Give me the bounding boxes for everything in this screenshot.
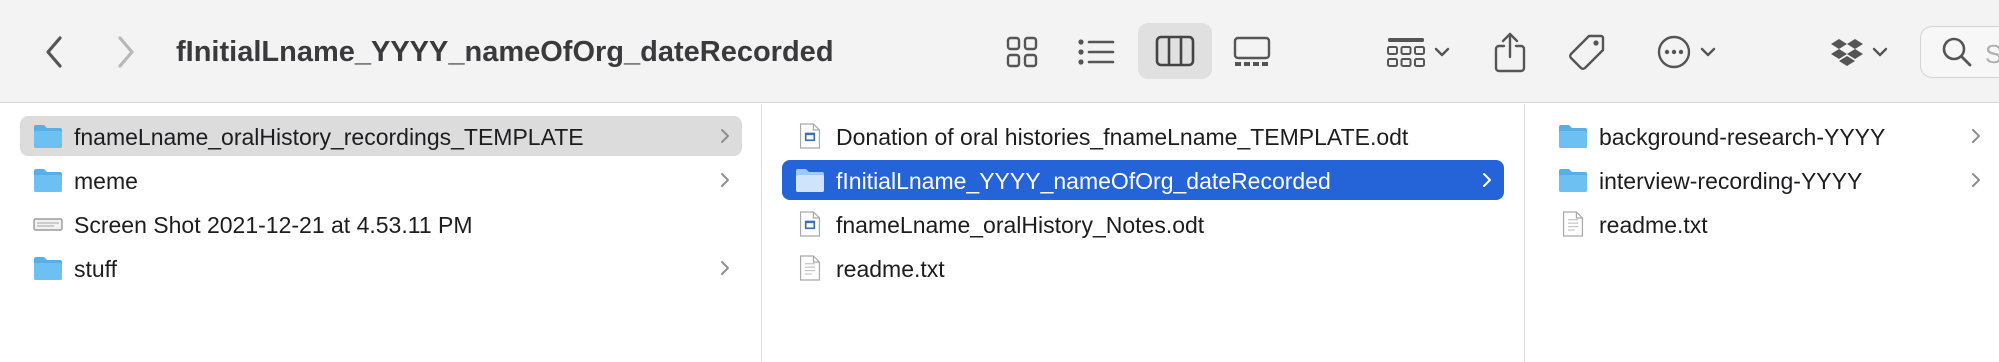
- forward-button[interactable]: [108, 28, 144, 76]
- chevron-right-icon: [1480, 169, 1494, 191]
- folder-icon: [32, 166, 64, 194]
- folder-icon: [1557, 166, 1589, 194]
- file-row[interactable]: readme.txt: [782, 248, 1504, 288]
- column-3[interactable]: background-research-YYYY interview-record…: [1525, 104, 1999, 362]
- odt-document-icon: [794, 210, 826, 238]
- folder-icon: [32, 122, 64, 150]
- finder-toolbar: fInitialLname_YYYY_nameOfOrg_dateRecorde…: [0, 0, 1999, 103]
- gallery-view-button[interactable]: [1226, 26, 1278, 78]
- folder-row[interactable]: stuff: [20, 248, 742, 288]
- chevron-right-icon: [1969, 169, 1983, 191]
- text-file-icon: [1557, 210, 1589, 238]
- item-label: stuff: [74, 256, 118, 282]
- file-row[interactable]: Screen Shot 2021-12-21 at 4.53.11 PM: [20, 204, 742, 244]
- share-icon: [1494, 32, 1526, 73]
- item-label: Donation of oral histories_fnameLname_TE…: [836, 124, 1409, 150]
- folder-row[interactable]: interview-recording-YYYY: [1545, 160, 1985, 200]
- item-label: fnameLname_oralHistory_Notes.odt: [836, 212, 1205, 238]
- gallery-view-icon: [1233, 36, 1271, 66]
- icon-view-button[interactable]: [996, 26, 1048, 78]
- search-placeholder: S: [1985, 39, 1999, 69]
- chevron-right-icon: [718, 257, 732, 279]
- item-label: Screen Shot 2021-12-21 at 4.53.11 PM: [74, 212, 473, 238]
- dropbox-button[interactable]: [1826, 26, 1892, 78]
- forward-icon: [118, 36, 134, 68]
- window-title: fInitialLname_YYYY_nameOfOrg_dateRecorde…: [176, 36, 834, 68]
- share-button[interactable]: [1486, 24, 1534, 80]
- group-icon: [1387, 38, 1425, 67]
- file-row[interactable]: fnameLname_oralHistory_Notes.odt: [782, 204, 1504, 244]
- text-file-icon: [794, 254, 826, 282]
- chevron-right-icon: [1969, 125, 1983, 147]
- item-label: readme.txt: [836, 256, 945, 282]
- odt-document-icon: [794, 122, 826, 150]
- search-icon: [1942, 37, 1972, 67]
- chevron-down-icon: [1700, 47, 1716, 57]
- file-row[interactable]: readme.txt: [1545, 204, 1985, 244]
- tag-button[interactable]: [1562, 26, 1612, 78]
- item-label: fInitialLname_YYYY_nameOfOrg_dateRecorde…: [836, 168, 1331, 194]
- folder-row[interactable]: fnameLname_oralHistory_recordings_TEMPLA…: [20, 116, 742, 156]
- item-label: fnameLname_oralHistory_recordings_TEMPLA…: [74, 124, 584, 150]
- more-icon: [1657, 35, 1691, 69]
- item-label: meme: [74, 168, 138, 194]
- screenshot-thumbnail-icon: [32, 210, 64, 238]
- folder-icon: [32, 254, 64, 282]
- search-field[interactable]: S: [1920, 26, 1999, 78]
- file-row[interactable]: Donation of oral histories_fnameLname_TE…: [782, 116, 1504, 156]
- more-actions-button[interactable]: [1648, 26, 1724, 78]
- folder-icon: [1557, 122, 1589, 150]
- dropbox-icon: [1831, 39, 1863, 66]
- chevron-down-icon: [1434, 47, 1450, 57]
- list-view-button[interactable]: [1070, 26, 1122, 78]
- folder-row[interactable]: fInitialLname_YYYY_nameOfOrg_dateRecorde…: [782, 160, 1504, 200]
- back-icon: [46, 36, 62, 68]
- folder-icon: [794, 166, 826, 194]
- item-label: background-research-YYYY: [1599, 124, 1886, 150]
- column-view-icon: [1155, 35, 1195, 67]
- item-label: interview-recording-YYYY: [1599, 168, 1863, 194]
- column-2[interactable]: Donation of oral histories_fnameLname_TE…: [762, 104, 1525, 362]
- icon-view-icon: [1006, 36, 1038, 68]
- group-button[interactable]: [1380, 26, 1456, 78]
- tag-icon: [1569, 34, 1605, 70]
- column-1[interactable]: fnameLname_oralHistory_recordings_TEMPLA…: [0, 104, 762, 362]
- column-view-button[interactable]: [1138, 23, 1212, 79]
- back-button[interactable]: [36, 28, 72, 76]
- chevron-down-icon: [1872, 47, 1888, 57]
- folder-row[interactable]: background-research-YYYY: [1545, 116, 1985, 156]
- chevron-right-icon: [718, 125, 732, 147]
- list-view-icon: [1078, 39, 1115, 65]
- item-label: readme.txt: [1599, 212, 1708, 238]
- folder-row[interactable]: meme: [20, 160, 742, 200]
- chevron-right-icon: [718, 169, 732, 191]
